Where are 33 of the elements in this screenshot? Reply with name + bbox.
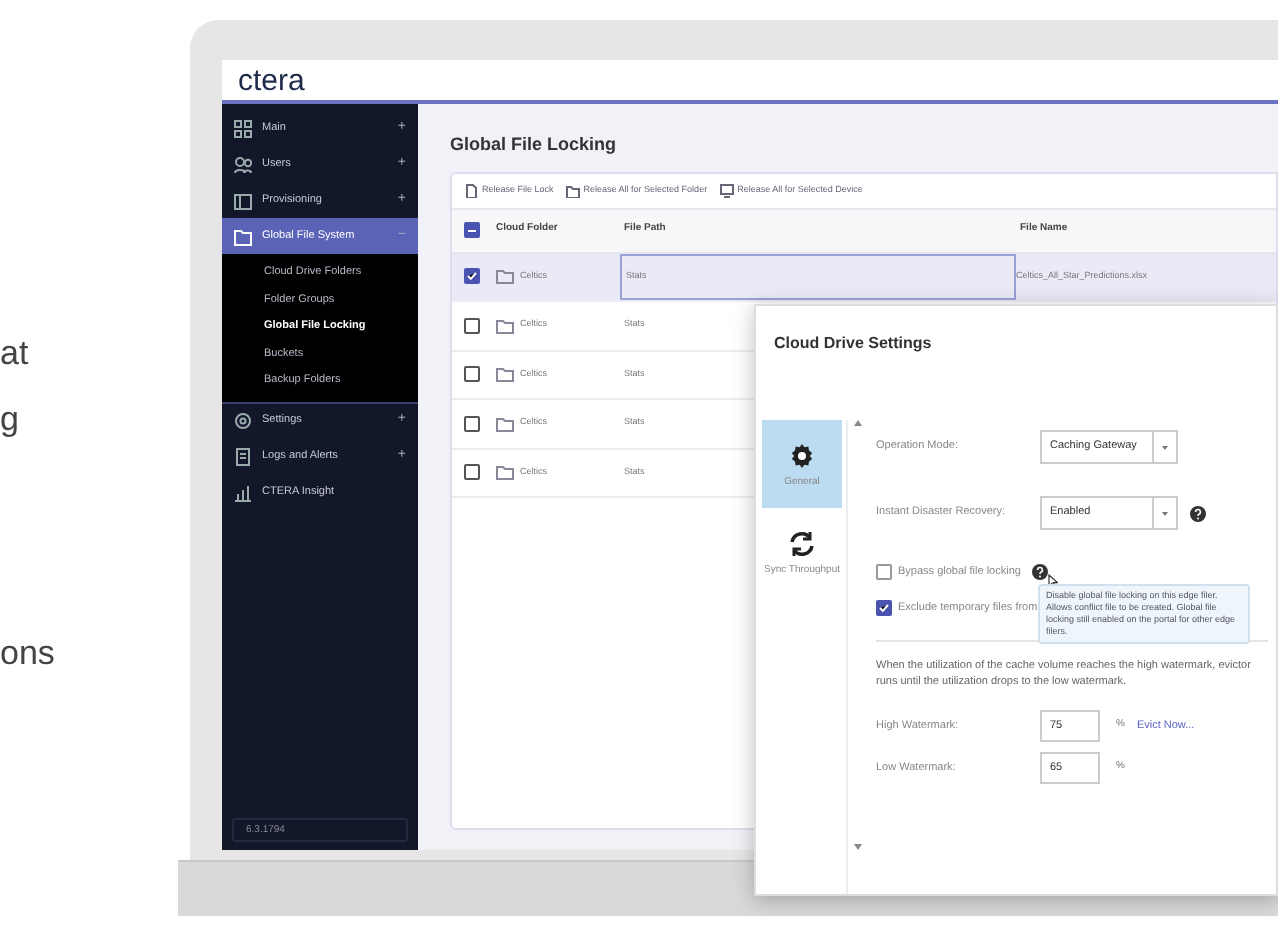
dialog-title: Cloud Drive Settings [774, 332, 934, 356]
folder-icon [565, 183, 580, 197]
folder-icon [496, 317, 514, 334]
page-title: Global File Locking [450, 132, 619, 158]
monitor-icon [719, 183, 734, 197]
caret-icon [1162, 445, 1168, 449]
checkbox[interactable] [464, 317, 480, 334]
checkbox[interactable] [464, 366, 480, 383]
checkbox[interactable] [876, 600, 892, 616]
checkbox[interactable] [876, 564, 892, 580]
document-icon [234, 448, 252, 466]
folder-icon [234, 227, 252, 245]
text-fragment: ons [0, 636, 57, 670]
folder-icon [496, 366, 514, 383]
scroll-down-icon [854, 844, 862, 850]
scroll-up-icon [854, 420, 862, 426]
document-icon [464, 183, 478, 197]
checkbox[interactable] [464, 415, 480, 432]
sync-icon [788, 529, 816, 557]
bar-chart-icon [234, 484, 252, 502]
grid-icon [234, 119, 252, 137]
panel-icon [234, 191, 252, 209]
select-all-checkbox[interactable] [464, 222, 480, 238]
folder-icon [496, 464, 514, 481]
users-icon [234, 155, 252, 173]
checkbox[interactable] [464, 464, 480, 481]
checkbox[interactable] [464, 268, 480, 285]
logo: ctera [238, 66, 305, 96]
caret-icon [1162, 511, 1168, 515]
text-fragment: at [0, 336, 31, 370]
text-fragment: g [0, 402, 21, 436]
folder-icon [496, 415, 514, 432]
folder-icon [496, 268, 514, 285]
